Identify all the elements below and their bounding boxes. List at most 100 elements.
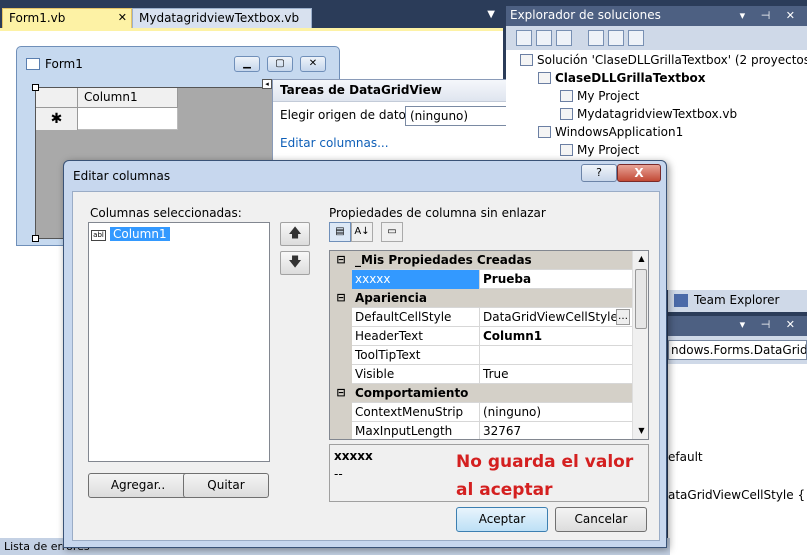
form1-title: Form1: [45, 57, 83, 71]
solution-explorer-title-text: Explorador de soluciones: [510, 8, 661, 22]
property-row[interactable]: Visible True: [330, 365, 632, 384]
property-row[interactable]: HeaderText Column1: [330, 327, 632, 346]
property-value: efault: [668, 450, 703, 464]
view-designer-icon[interactable]: [608, 30, 624, 46]
property-value[interactable]: Column1: [480, 327, 632, 346]
scrollbar[interactable]: ▲ ▼: [632, 251, 648, 439]
minimize-icon[interactable]: ▁: [234, 56, 260, 72]
collapse-icon[interactable]: ⊟: [330, 384, 352, 403]
tree-item-label: WindowsApplication1: [555, 125, 684, 139]
panel-controls[interactable]: ▾ ⊣ ✕: [740, 318, 801, 331]
row-gutter: [330, 422, 352, 439]
team-explorer-label: Team Explorer: [694, 293, 780, 307]
edit-columns-dialog: Editar columnas ? X Columnas seleccionad…: [63, 160, 667, 548]
property-value[interactable]: 32767: [480, 422, 632, 439]
datasource-label: Elegir origen de datos:: [280, 108, 417, 122]
show-all-files-icon[interactable]: [536, 30, 552, 46]
property-category[interactable]: ⊟ Apariencia: [330, 289, 632, 308]
property-category[interactable]: ⊟ Comportamiento: [330, 384, 632, 403]
tree-item-project[interactable]: ClaseDLLGrillaTextbox: [538, 71, 706, 85]
document-tab-strip: Form1.vb [Diseño]* ✕ MydatagridviewTextb…: [0, 6, 503, 43]
remove-button[interactable]: Quitar: [183, 473, 269, 498]
folder-icon: [560, 144, 573, 156]
property-row[interactable]: ContextMenuStrip (ninguno): [330, 403, 632, 422]
close-button[interactable]: X: [617, 164, 661, 182]
tree-item-project[interactable]: WindowsApplication1: [538, 125, 683, 139]
selected-columns-list[interactable]: abl Column1: [88, 222, 270, 462]
property-value[interactable]: True: [480, 365, 632, 384]
ok-button[interactable]: Aceptar: [456, 507, 548, 532]
category-name: Apariencia: [355, 291, 428, 305]
chevron-up-icon[interactable]: ▲: [633, 251, 648, 267]
collapse-icon[interactable]: ⊟: [330, 289, 352, 308]
tree-item-label: MydatagridviewTextbox.vb: [577, 107, 738, 121]
row-gutter: [330, 270, 352, 289]
column-name: Column1: [110, 227, 170, 241]
cancel-button[interactable]: Cancelar: [555, 507, 647, 532]
scroll-thumb[interactable]: [635, 269, 647, 329]
add-button[interactable]: Agregar..: [88, 473, 188, 498]
row-gutter: [330, 365, 352, 384]
vb-file-icon: [560, 108, 573, 120]
project-icon: [538, 72, 551, 84]
property-row[interactable]: MaxInputLength 32767: [330, 422, 632, 439]
properties-icon[interactable]: [516, 30, 532, 46]
property-row[interactable]: xxxxx Prueba: [330, 270, 632, 289]
tree-item-myproject[interactable]: My Project: [560, 89, 639, 103]
property-value[interactable]: DataGridViewCellStyle { }: [480, 308, 632, 327]
property-value[interactable]: (ninguno): [480, 403, 632, 422]
collapse-icon[interactable]: ⊟: [330, 251, 352, 270]
maximize-icon[interactable]: ▢: [267, 56, 293, 72]
textbox-column-icon: abl: [91, 230, 106, 241]
property-pages-icon[interactable]: ▭: [381, 222, 403, 242]
close-icon[interactable]: ✕: [118, 9, 127, 27]
description-text: --: [334, 467, 343, 481]
move-up-button[interactable]: 🡅: [280, 222, 310, 246]
alphabetical-icon[interactable]: A↓: [351, 222, 373, 242]
solution-icon: [520, 54, 533, 66]
properties-label: Propiedades de columna sin enlazar: [329, 206, 546, 220]
row-gutter: [330, 346, 352, 365]
tree-item-label: Solución 'ClaseDLLGrillaTextbox' (2 proy…: [537, 53, 807, 67]
panel-controls[interactable]: ▾ ⊣ ✕: [740, 6, 801, 25]
description-title: xxxxx: [334, 449, 373, 463]
category-name: Comportamiento: [355, 386, 469, 400]
category-name: _Mis Propiedades Creadas: [355, 253, 532, 267]
resize-handle[interactable]: [32, 84, 39, 91]
categorized-icon[interactable]: ▤: [329, 222, 351, 242]
property-category[interactable]: ⊟ _Mis Propiedades Creadas: [330, 251, 632, 270]
smart-tag-icon[interactable]: ◂: [262, 79, 272, 89]
row-gutter: [330, 308, 352, 327]
list-item[interactable]: abl Column1: [91, 227, 170, 241]
grid-column-header[interactable]: Column1: [78, 88, 178, 108]
class-diagram-icon[interactable]: [628, 30, 644, 46]
tab-mydatagridview[interactable]: MydatagridviewTextbox.vb: [132, 8, 312, 28]
chevron-down-icon[interactable]: ▼: [633, 423, 648, 439]
resize-handle[interactable]: [32, 235, 39, 242]
tree-item-myproject[interactable]: My Project: [560, 143, 639, 157]
edit-columns-link[interactable]: Editar columnas...: [280, 136, 389, 150]
tree-item-label: ClaseDLLGrillaTextbox: [555, 71, 706, 85]
tree-item-solution[interactable]: Solución 'ClaseDLLGrillaTextbox' (2 proy…: [520, 53, 807, 67]
property-row[interactable]: ToolTipText: [330, 346, 632, 365]
properties-title: ▾ ⊣ ✕: [668, 316, 807, 336]
property-value[interactable]: [480, 346, 632, 365]
move-down-button[interactable]: 🡇: [280, 251, 310, 275]
tab-mydatagridview-label: MydatagridviewTextbox.vb: [139, 11, 300, 25]
property-grid[interactable]: ⊟ _Mis Propiedades Creadas xxxxx Prueba ⊟ Apa…: [329, 250, 649, 440]
ellipsis-button[interactable]: …: [616, 309, 630, 325]
chevron-down-icon[interactable]: ▼: [487, 9, 495, 20]
close-icon[interactable]: ✕: [300, 56, 326, 72]
property-value[interactable]: Prueba: [480, 270, 632, 289]
grid-cell[interactable]: [78, 108, 178, 130]
tree-item-vbfile[interactable]: MydatagridviewTextbox.vb: [560, 107, 737, 121]
property-row[interactable]: DefaultCellStyle DataGridViewCellStyle { …: [330, 308, 632, 327]
tab-team-explorer[interactable]: Team Explorer: [668, 290, 807, 312]
new-row-icon: ✱: [36, 108, 78, 130]
view-code-icon[interactable]: [588, 30, 604, 46]
row-gutter: [330, 403, 352, 422]
properties-object-selector[interactable]: ndows.Forms.DataGridView: [668, 336, 807, 364]
help-button[interactable]: ?: [581, 164, 617, 182]
refresh-icon[interactable]: [556, 30, 572, 46]
tab-form1-design[interactable]: Form1.vb [Diseño]* ✕: [2, 8, 132, 43]
